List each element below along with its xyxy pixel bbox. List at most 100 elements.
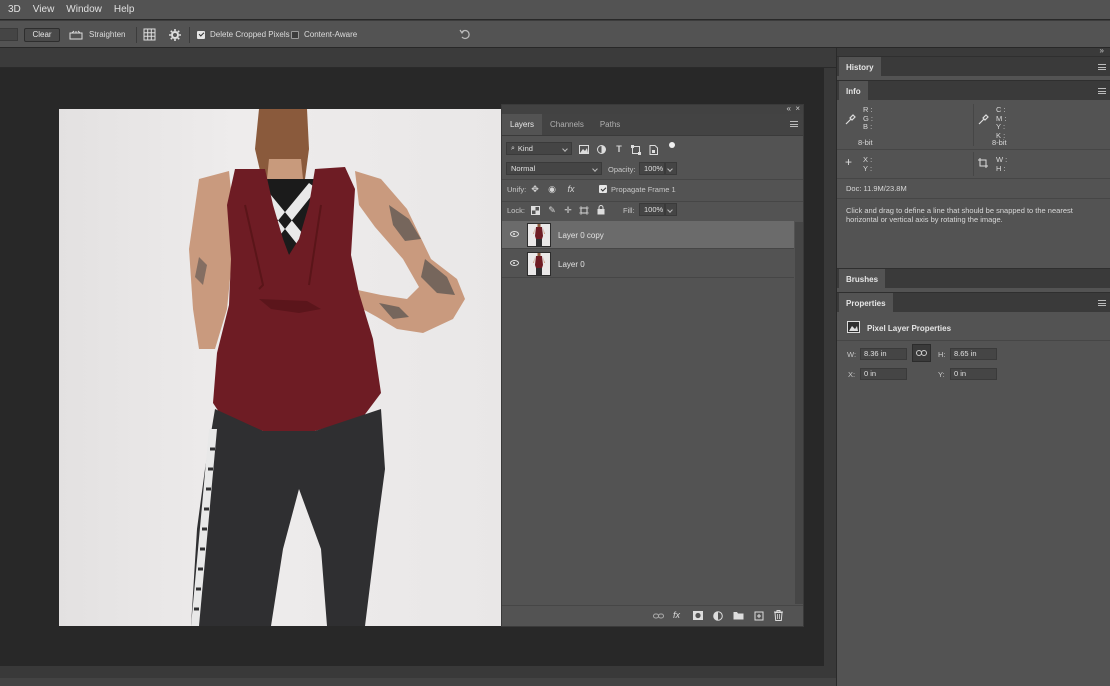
tab-properties[interactable]: Properties [839, 293, 893, 313]
layer-row-layer-0[interactable]: Layer 0 [502, 250, 794, 278]
blend-mode-select[interactable]: Normal [506, 162, 602, 175]
panel-menu-icon[interactable] [1098, 300, 1106, 306]
filter-shape-icon[interactable] [631, 145, 641, 155]
xy-labels: X : Y : [863, 155, 873, 173]
panel-grip-bar[interactable]: « × [502, 104, 803, 114]
tab-layers[interactable]: Layers [502, 114, 543, 135]
divider [837, 198, 1110, 199]
fill-input[interactable]: 100% [639, 203, 665, 216]
lock-all-icon[interactable] [597, 205, 605, 215]
filter-type-icon[interactable]: T [614, 144, 624, 154]
dock-grip[interactable]: » [837, 46, 1110, 56]
new-layer-icon[interactable] [754, 611, 764, 621]
ratio-field[interactable] [0, 28, 18, 41]
delete-layer-icon[interactable] [774, 610, 783, 621]
content-aware-checkbox[interactable]: Content-Aware [291, 21, 357, 48]
filter-adjustment-icon[interactable] [597, 145, 606, 154]
panel-menu-icon[interactable] [1098, 88, 1106, 94]
new-group-icon[interactable] [733, 611, 744, 620]
menu-window[interactable]: Window [66, 4, 102, 15]
divider [973, 104, 974, 146]
filter-smart-object-icon[interactable] [649, 145, 658, 155]
unify-style-icon[interactable]: fx [564, 184, 578, 194]
layer-style-icon[interactable]: fx [673, 610, 680, 620]
opacity-dropdown[interactable] [665, 162, 677, 175]
width-input[interactable]: 8.36 in [860, 348, 907, 360]
collapse-icon[interactable]: « [787, 104, 791, 113]
divider [837, 340, 1110, 341]
width-label: W: [847, 350, 857, 359]
menu-view[interactable]: View [33, 4, 55, 15]
info-panel-header: Info [837, 80, 1110, 101]
tab-history[interactable]: History [839, 57, 881, 77]
tab-paths[interactable]: Paths [592, 114, 628, 135]
clear-button[interactable]: Clear [24, 27, 60, 42]
brushes-panel-header: Brushes [837, 268, 1110, 289]
panel-menu-icon[interactable] [1098, 64, 1106, 70]
layers-tab-strip: Layers Channels Paths [502, 114, 803, 136]
divider [837, 178, 1110, 179]
gear-icon[interactable] [168, 28, 182, 42]
menu-3d[interactable]: 3D [8, 4, 21, 15]
lock-position-icon[interactable]: ✛ [563, 205, 573, 215]
unify-label: Unify: [507, 185, 527, 194]
menu-bar: 3D View Window Help [0, 0, 1110, 19]
y-input[interactable]: 0 in [950, 368, 997, 380]
layer-filter-select[interactable]: ⌕ Kind [506, 142, 572, 155]
propagate-frame-label: Propagate Frame 1 [611, 185, 676, 194]
eyedropper-icon [845, 114, 856, 125]
vertical-scrollbar[interactable] [824, 68, 836, 666]
new-adjustment-icon[interactable] [713, 611, 723, 621]
delete-cropped-checkbox[interactable]: Delete Cropped Pixels [197, 21, 290, 48]
photo-illustration [189, 109, 465, 626]
horizontal-scrollbar[interactable] [0, 666, 836, 678]
info-panel-body: R : G : B : 8-bit C : M : Y : K : 8-bit … [837, 100, 1110, 268]
divider [136, 27, 137, 43]
y-label: Y: [938, 370, 945, 379]
filter-pixel-icon[interactable] [579, 145, 589, 154]
layers-scrollbar[interactable] [795, 222, 803, 604]
divider [973, 152, 974, 176]
tab-info[interactable]: Info [839, 81, 868, 101]
link-dimensions-button[interactable] [912, 344, 931, 362]
height-input[interactable]: 8.65 in [950, 348, 997, 360]
visibility-eye-icon[interactable] [510, 260, 519, 266]
lock-pixels-icon[interactable]: ✎ [547, 205, 557, 215]
checkbox-unchecked[interactable] [291, 30, 299, 39]
tab-channels[interactable]: Channels [542, 114, 592, 135]
crosshair-icon: + [845, 155, 853, 169]
checkbox-checked[interactable] [197, 30, 205, 39]
layer-name[interactable]: Layer 0 copy [558, 231, 604, 240]
layer-name[interactable]: Layer 0 [558, 260, 585, 269]
expand-dock-icon[interactable]: » [1100, 46, 1104, 55]
unify-position-icon[interactable]: ✥ [530, 184, 540, 194]
tab-brushes[interactable]: Brushes [839, 269, 886, 289]
tool-hint: Click and drag to define a line that sho… [846, 206, 1073, 224]
layers-footer: fx [502, 605, 803, 626]
status-strip [0, 678, 836, 686]
selection-size-icon [978, 158, 988, 168]
panel-menu-icon[interactable] [790, 121, 798, 127]
menu-help[interactable]: Help [114, 4, 135, 15]
propagate-frame-checkbox[interactable] [599, 185, 607, 193]
x-input[interactable]: 0 in [860, 368, 907, 380]
document-image[interactable] [59, 109, 501, 626]
filter-kind-value: Kind [517, 144, 533, 153]
close-panel-icon[interactable]: × [795, 104, 800, 113]
add-mask-icon[interactable] [693, 611, 703, 620]
unify-visibility-icon[interactable]: ◉ [547, 184, 557, 194]
link-layers-icon[interactable] [653, 612, 664, 620]
straighten-tool[interactable]: Straighten [69, 21, 125, 48]
layer-row-layer-0-copy[interactable]: Layer 0 copy [502, 221, 794, 249]
visibility-eye-icon[interactable] [510, 231, 519, 237]
opacity-input[interactable]: 100% [639, 162, 665, 175]
fill-dropdown[interactable] [665, 203, 677, 216]
bit-depth-right: 8-bit [992, 138, 1007, 147]
lock-artboard-icon[interactable] [579, 206, 589, 215]
reset-icon[interactable] [459, 28, 472, 41]
opacity-label: Opacity: [608, 165, 636, 174]
overlay-grid-icon[interactable] [143, 28, 156, 41]
filter-toggle-icon[interactable] [669, 142, 675, 148]
lock-transparent-icon[interactable] [531, 206, 540, 215]
layer-thumbnail [527, 252, 551, 276]
